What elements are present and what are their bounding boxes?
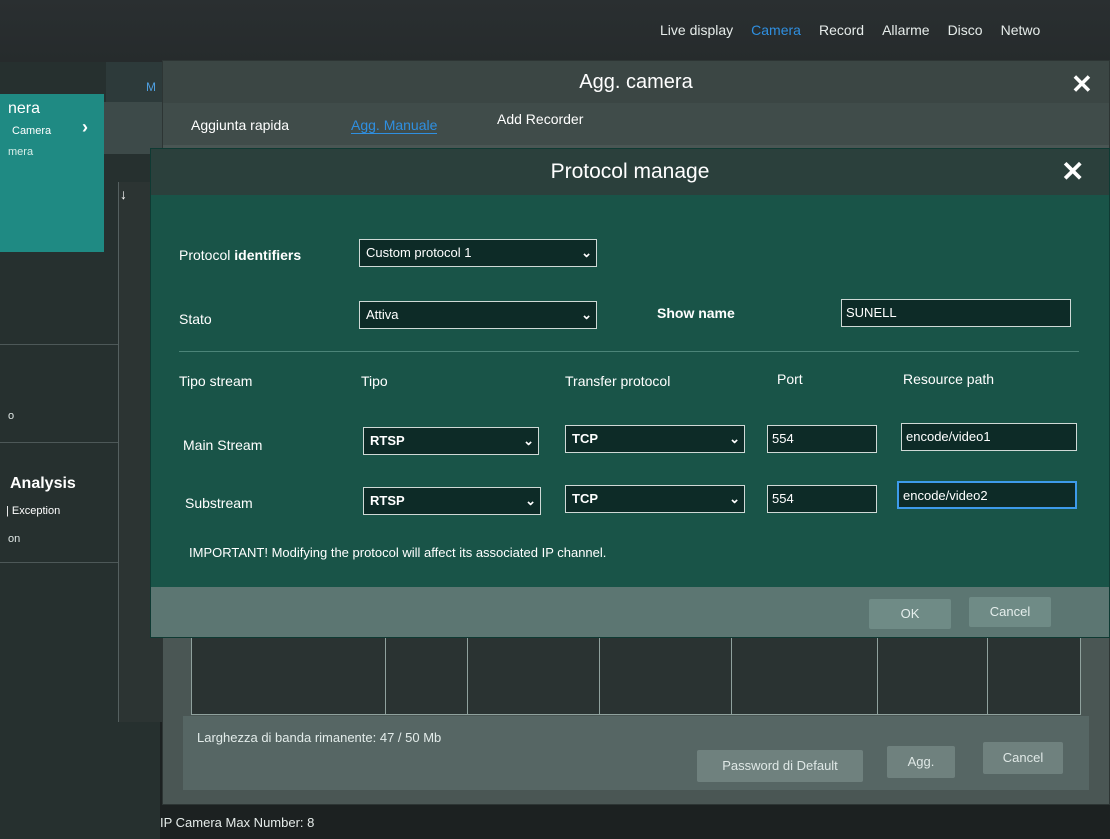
- add-camera-footer: Larghezza di banda rimanente: 47 / 50 Mb…: [183, 716, 1089, 790]
- background-panel: [104, 102, 164, 154]
- substream-transfer-select[interactable]: TCP ⌄: [565, 485, 745, 513]
- add-button[interactable]: Agg.: [887, 746, 955, 778]
- protocol-label-part: Protocol: [179, 247, 235, 263]
- default-password-button[interactable]: Password di Default: [697, 750, 863, 782]
- chevron-down-icon: ⌄: [581, 245, 592, 260]
- stato-select-value: Attiva: [366, 307, 399, 322]
- sidebar-item-analysis[interactable]: Analysis: [10, 475, 76, 493]
- identifiers-label-part: identifiers: [234, 247, 302, 263]
- substream-tipo-value: RTSP: [370, 493, 405, 508]
- chevron-down-icon: ⌄: [523, 433, 534, 448]
- main-stream-transfer-value: TCP: [572, 431, 598, 446]
- protocol-manage-title: Protocol manage: [151, 149, 1109, 195]
- background-tab[interactable]: M: [146, 80, 156, 94]
- cancel-button[interactable]: Cancel: [969, 597, 1051, 627]
- warning-text: IMPORTANT! Modifying the protocol will a…: [189, 545, 607, 560]
- chevron-right-icon: ›: [82, 117, 88, 137]
- main-stream-port-input[interactable]: 554: [767, 425, 877, 453]
- chevron-down-icon: ⌄: [581, 307, 592, 322]
- nav-allarme[interactable]: Allarme: [882, 22, 929, 38]
- sidebar-camera-item[interactable]: Camera: [12, 125, 51, 137]
- nav-disco[interactable]: Disco: [948, 22, 983, 38]
- arrow-down-icon[interactable]: ↓: [120, 186, 127, 202]
- header-tipo-stream: Tipo stream: [179, 373, 253, 389]
- close-icon[interactable]: ✕: [1061, 155, 1084, 188]
- substream-port-input[interactable]: 554: [767, 485, 877, 513]
- show-name-input[interactable]: SUNELL: [841, 299, 1071, 327]
- sidebar-item-camera[interactable]: nera Camera › mera: [0, 94, 104, 252]
- protocol-manage-dialog: Protocol manage ✕ Protocol identifiers C…: [150, 148, 1110, 638]
- protocol-identifiers-label: Protocol identifiers: [179, 247, 301, 263]
- add-camera-tabs: Aggiunta rapida Agg. Manuale Add Recorde…: [163, 103, 1109, 145]
- form-divider: [179, 351, 1079, 352]
- top-nav: Live display Camera Record Allarme Disco…: [660, 22, 1040, 38]
- chevron-down-icon: ⌄: [729, 431, 740, 446]
- max-number-text: IP Camera Max Number: 8: [160, 815, 315, 830]
- sidebar-camera-sub[interactable]: mera: [8, 146, 33, 158]
- tab-agg-manuale[interactable]: Agg. Manuale: [351, 117, 438, 134]
- substream-path-input[interactable]: encode/video2: [897, 481, 1077, 509]
- sidebar-camera-title: nera: [8, 100, 41, 117]
- protocol-select[interactable]: Custom protocol 1 ⌄: [359, 239, 597, 267]
- header-port: Port: [777, 371, 803, 387]
- substream-label: Substream: [185, 495, 253, 511]
- add-camera-title: Agg. camera: [163, 61, 1109, 103]
- nav-record[interactable]: Record: [819, 22, 864, 38]
- protocol-select-value: Custom protocol 1: [366, 245, 472, 260]
- main-stream-label: Main Stream: [183, 437, 263, 453]
- main-stream-path-input[interactable]: encode/video1: [901, 423, 1077, 451]
- header-transfer-protocol: Transfer protocol: [565, 373, 671, 389]
- stato-label: Stato: [179, 311, 212, 327]
- top-bar: Live display Camera Record Allarme Disco…: [0, 0, 1110, 62]
- cancel-add-button[interactable]: Cancel: [983, 742, 1063, 774]
- protocol-form: Protocol identifiers Custom protocol 1 ⌄…: [151, 195, 1109, 587]
- main-stream-transfer-select[interactable]: TCP ⌄: [565, 425, 745, 453]
- protocol-manage-footer: OK Cancel: [151, 587, 1109, 637]
- tab-add-recorder[interactable]: Add Recorder: [497, 111, 583, 127]
- main-stream-tipo-value: RTSP: [370, 433, 405, 448]
- bandwidth-text: Larghezza di banda rimanente: 47 / 50 Mb: [197, 730, 442, 745]
- nav-camera[interactable]: Camera: [751, 22, 801, 38]
- sidebar-item-on[interactable]: on: [8, 533, 20, 545]
- ok-button[interactable]: OK: [869, 599, 951, 629]
- tab-aggiunta-rapida[interactable]: Aggiunta rapida: [191, 117, 289, 133]
- chevron-down-icon: ⌄: [525, 493, 536, 508]
- header-tipo: Tipo: [361, 373, 388, 389]
- nav-network[interactable]: Netwo: [1001, 22, 1041, 38]
- close-icon[interactable]: ✕: [1071, 69, 1093, 100]
- main-stream-tipo-select[interactable]: RTSP ⌄: [363, 427, 539, 455]
- header-resource-path: Resource path: [903, 371, 995, 387]
- chevron-down-icon: ⌄: [729, 491, 740, 506]
- sidebar-item-o[interactable]: o: [8, 410, 14, 422]
- substream-transfer-value: TCP: [572, 491, 598, 506]
- stato-select[interactable]: Attiva ⌄: [359, 301, 597, 329]
- sidebar-item-exception[interactable]: | Exception: [6, 505, 60, 517]
- substream-tipo-select[interactable]: RTSP ⌄: [363, 487, 541, 515]
- show-name-label: Show name: [657, 305, 735, 321]
- nav-live-display[interactable]: Live display: [660, 22, 733, 38]
